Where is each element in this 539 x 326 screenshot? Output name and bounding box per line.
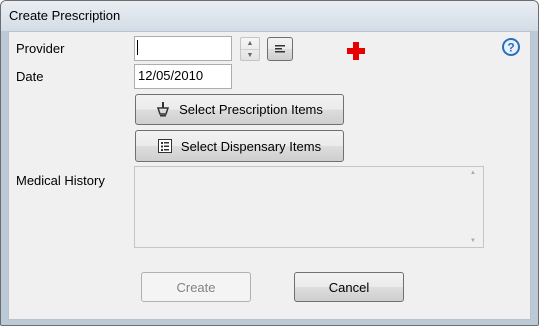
cancel-button[interactable]: Cancel bbox=[294, 272, 404, 302]
date-value: 12/05/2010 bbox=[138, 68, 204, 83]
date-input[interactable]: 12/05/2010 bbox=[134, 64, 232, 89]
select-prescription-items-label: Select Prescription Items bbox=[179, 102, 323, 117]
title-bar: Create Prescription bbox=[1, 1, 538, 31]
spin-down-arrow[interactable]: ▼ bbox=[241, 50, 259, 61]
select-prescription-items-button[interactable]: Select Prescription Items bbox=[135, 94, 344, 125]
medical-history-label: Medical History bbox=[16, 173, 105, 188]
date-label: Date bbox=[16, 69, 44, 84]
dialog-body: Provider ▲ ▼ ? Date 12/05/2010 Select Pr… bbox=[8, 31, 531, 320]
lines-icon bbox=[275, 44, 285, 52]
provider-lookup-button[interactable] bbox=[267, 37, 293, 61]
provider-label: Provider bbox=[16, 41, 65, 56]
svg-text:?: ? bbox=[507, 41, 514, 55]
select-dispensary-items-label: Select Dispensary Items bbox=[180, 138, 322, 154]
cancel-label: Cancel bbox=[328, 279, 370, 295]
provider-spinner[interactable]: ▲ ▼ bbox=[240, 37, 260, 61]
create-button[interactable]: Create bbox=[141, 272, 251, 302]
help-icon[interactable]: ? bbox=[502, 38, 520, 56]
scroll-up-arrow[interactable]: ▲ bbox=[470, 170, 476, 176]
window-title: Create Prescription bbox=[9, 8, 121, 23]
create-prescription-dialog: Create Prescription Provider ▲ ▼ ? Date … bbox=[0, 0, 539, 326]
medical-history-scrollbar[interactable]: ▲ ▼ bbox=[467, 168, 482, 246]
medical-history-textarea[interactable]: ▲ ▼ bbox=[134, 166, 484, 248]
list-icon bbox=[157, 139, 172, 153]
provider-input[interactable] bbox=[134, 36, 232, 61]
spin-up-arrow[interactable]: ▲ bbox=[241, 38, 259, 49]
scroll-down-arrow[interactable]: ▼ bbox=[470, 238, 476, 244]
select-dispensary-items-button[interactable]: Select Dispensary Items bbox=[135, 130, 344, 162]
create-label: Create bbox=[176, 279, 216, 295]
red-cross-icon bbox=[347, 42, 365, 60]
mortar-pestle-icon bbox=[157, 102, 170, 117]
text-caret bbox=[137, 40, 138, 55]
